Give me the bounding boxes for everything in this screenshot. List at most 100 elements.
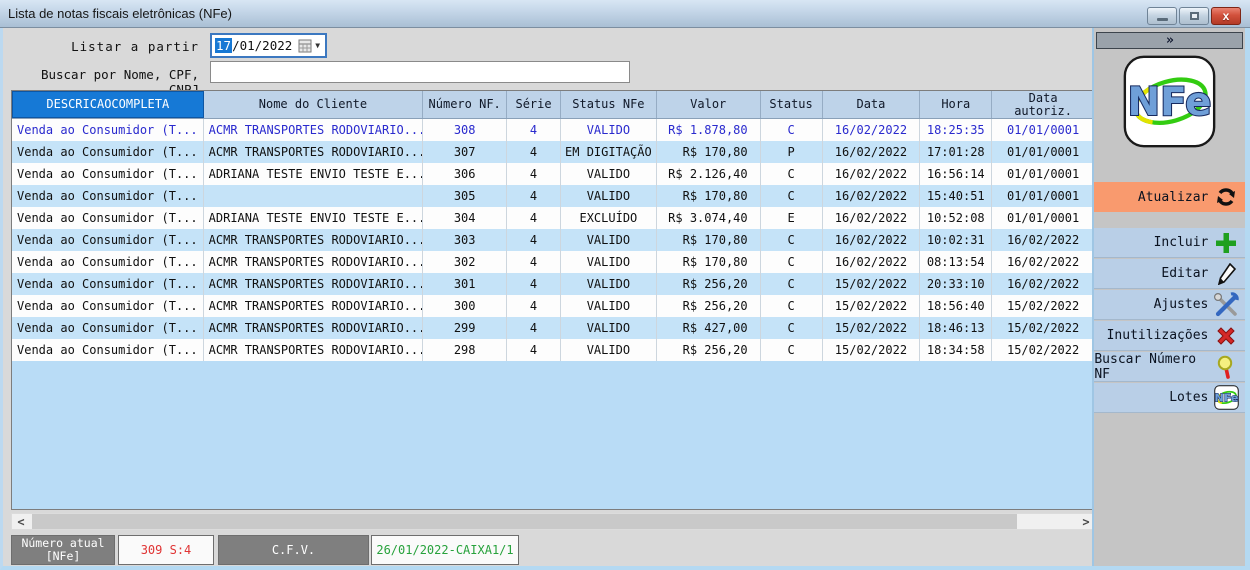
scroll-left-icon[interactable]: <: [12, 515, 30, 529]
cell-autoriz: 15/02/2022: [992, 339, 1095, 361]
cell-numero: 308: [423, 119, 507, 141]
table-row[interactable]: Venda ao Consumidor (T...ACMR TRANSPORTE…: [12, 295, 1095, 317]
date-rest-segment: /01/2022: [232, 38, 292, 53]
cell-autoriz: 16/02/2022: [992, 229, 1095, 251]
cell-numero: 303: [423, 229, 507, 251]
cell-hora: 15:40:51: [920, 185, 992, 207]
column-header-valor[interactable]: Valor: [657, 91, 761, 118]
app-window: Lista de notas fiscais eletrônicas (NFe)…: [0, 0, 1250, 570]
cell-status_nfe: VALIDO: [561, 339, 657, 361]
table-row[interactable]: Venda ao Consumidor (T...ACMR TRANSPORTE…: [12, 339, 1095, 361]
table-row[interactable]: Venda ao Consumidor (T...ADRIANA TESTE E…: [12, 207, 1095, 229]
red-x-icon: [1213, 323, 1239, 349]
column-header-cliente[interactable]: Nome do Cliente: [204, 91, 424, 118]
cell-serie: 4: [507, 273, 561, 295]
close-button[interactable]: x: [1211, 7, 1241, 25]
cell-descricao: Venda ao Consumidor (T...: [12, 317, 204, 339]
minimize-button[interactable]: [1147, 7, 1177, 25]
cell-status_nfe: EXCLUÍDO: [561, 207, 657, 229]
cell-descricao: Venda ao Consumidor (T...: [12, 163, 204, 185]
cell-valor: R$ 256,20: [657, 273, 761, 295]
cell-numero: 298: [423, 339, 507, 361]
cell-descricao: Venda ao Consumidor (T...: [12, 273, 204, 295]
cell-hora: 16:56:14: [920, 163, 992, 185]
table-row[interactable]: Venda ao Consumidor (T...ACMR TRANSPORTE…: [12, 141, 1095, 163]
cell-cliente: ACMR TRANSPORTES RODOVIARIO...: [204, 339, 424, 361]
cell-serie: 4: [507, 229, 561, 251]
column-header-serie[interactable]: Série: [507, 91, 561, 118]
cell-serie: 4: [507, 207, 561, 229]
cell-status_nfe: VALIDO: [561, 185, 657, 207]
inutilizacoes-button[interactable]: Inutilizações: [1094, 321, 1245, 351]
cell-hora: 18:46:13: [920, 317, 992, 339]
session-panel: 26/01/2022-CAIXA1/1: [371, 535, 519, 565]
cell-data: 15/02/2022: [823, 273, 921, 295]
cell-cliente: ACMR TRANSPORTES RODOVIARIO...: [204, 251, 424, 273]
table-row[interactable]: Venda ao Consumidor (T...3054VALIDOR$ 17…: [12, 185, 1095, 207]
cell-numero: 299: [423, 317, 507, 339]
cell-cliente: ADRIANA TESTE ENVIO TESTE E...: [204, 207, 424, 229]
chevron-down-icon[interactable]: ▼: [315, 41, 320, 50]
date-selected-segment: 17: [215, 38, 232, 53]
cell-cliente: [204, 185, 424, 207]
cell-hora: 10:52:08: [920, 207, 992, 229]
column-header-status[interactable]: Status: [761, 91, 823, 118]
cell-serie: 4: [507, 185, 561, 207]
table-row[interactable]: Venda ao Consumidor (T...ACMR TRANSPORTE…: [12, 273, 1095, 295]
cell-numero: 300: [423, 295, 507, 317]
cell-autoriz: 16/02/2022: [992, 251, 1095, 273]
atualizar-button[interactable]: Atualizar: [1094, 182, 1245, 212]
cell-status_nfe: VALIDO: [561, 229, 657, 251]
cfv-panel: C.F.V.: [218, 535, 369, 565]
cell-descricao: Venda ao Consumidor (T...: [12, 119, 204, 141]
cell-cliente: ACMR TRANSPORTES RODOVIARIO...: [204, 317, 424, 339]
search-input[interactable]: [210, 61, 630, 83]
cell-cliente: ACMR TRANSPORTES RODOVIARIO...: [204, 273, 424, 295]
cell-status_nfe: EM DIGITAÇÃO: [561, 141, 657, 163]
cell-valor: R$ 170,80: [657, 251, 761, 273]
ajustes-button[interactable]: Ajustes: [1094, 290, 1245, 320]
table-row[interactable]: Venda ao Consumidor (T...ACMR TRANSPORTE…: [12, 251, 1095, 273]
incluir-button[interactable]: Incluir: [1094, 228, 1245, 258]
cell-data: 15/02/2022: [823, 295, 921, 317]
table-row[interactable]: Venda ao Consumidor (T...ADRIANA TESTE E…: [12, 163, 1095, 185]
calendar-icon[interactable]: [298, 39, 312, 53]
cell-status: C: [761, 273, 823, 295]
collapse-sidebar-button[interactable]: »: [1096, 32, 1243, 49]
maximize-button[interactable]: [1179, 7, 1209, 25]
cell-status: C: [761, 251, 823, 273]
table-row[interactable]: Venda ao Consumidor (T...ACMR TRANSPORTE…: [12, 229, 1095, 251]
close-icon: x: [1223, 8, 1230, 24]
cell-valor: R$ 170,80: [657, 141, 761, 163]
window-title: Lista de notas fiscais eletrônicas (NFe): [0, 0, 1250, 27]
cell-serie: 4: [507, 119, 561, 141]
cell-serie: 4: [507, 163, 561, 185]
column-header-hora[interactable]: Hora: [920, 91, 992, 118]
column-header-data[interactable]: Data: [823, 91, 921, 118]
lotes-button[interactable]: Lotes NFe: [1094, 383, 1245, 413]
double-chevron-right-icon: »: [1166, 33, 1174, 48]
cell-status: C: [761, 295, 823, 317]
cell-autoriz: 01/01/0001: [992, 185, 1095, 207]
scrollbar-thumb[interactable]: [32, 514, 1017, 529]
status-bar: Número atual [NFe] 309 S:4 C.F.V. 26/01/…: [3, 533, 1095, 566]
cell-cliente: ACMR TRANSPORTES RODOVIARIO...: [204, 119, 424, 141]
column-header-descricao[interactable]: DESCRICAOCOMPLETA: [12, 91, 204, 118]
cell-descricao: Venda ao Consumidor (T...: [12, 141, 204, 163]
cell-status: C: [761, 229, 823, 251]
cell-valor: R$ 3.074,40: [657, 207, 761, 229]
editar-button[interactable]: Editar: [1094, 259, 1245, 289]
date-input[interactable]: 17/01/2022 ▼: [210, 33, 327, 58]
horizontal-scrollbar[interactable]: < >: [11, 513, 1096, 530]
cell-hora: 20:33:10: [920, 273, 992, 295]
cell-hora: 18:25:35: [920, 119, 992, 141]
magnifier-icon: [1213, 354, 1239, 380]
buscar-numero-nf-button[interactable]: Buscar Número NF: [1094, 352, 1245, 382]
column-header-numero[interactable]: Número NF.: [423, 91, 507, 118]
column-header-autoriz[interactable]: Data autoriz.: [992, 91, 1095, 118]
current-number-label: Número atual [NFe]: [11, 535, 115, 565]
column-header-status_nfe[interactable]: Status NFe: [561, 91, 657, 118]
table-row[interactable]: Venda ao Consumidor (T...ACMR TRANSPORTE…: [12, 119, 1095, 141]
table-row[interactable]: Venda ao Consumidor (T...ACMR TRANSPORTE…: [12, 317, 1095, 339]
cell-status: C: [761, 317, 823, 339]
